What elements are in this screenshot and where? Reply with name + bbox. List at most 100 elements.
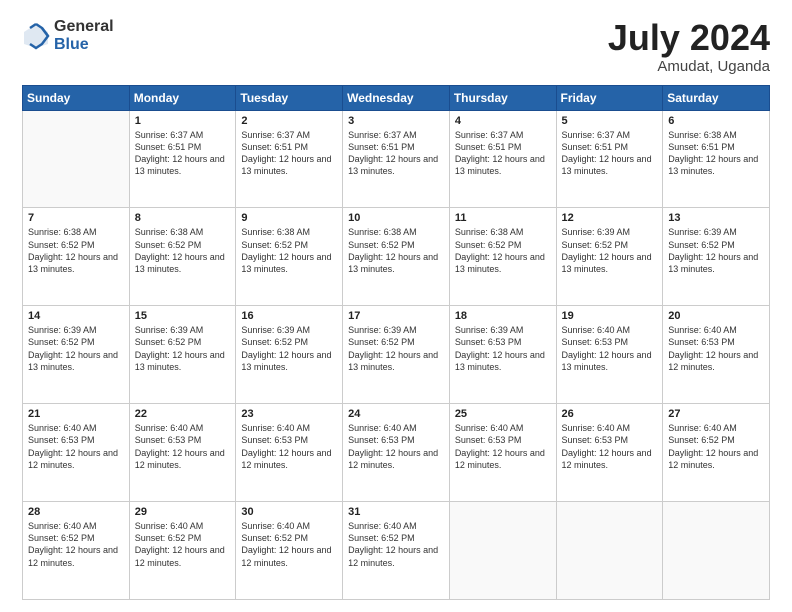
day-info: Sunrise: 6:37 AM Sunset: 6:51 PM Dayligh…	[348, 129, 444, 178]
day-number: 19	[562, 310, 658, 322]
day-info: Sunrise: 6:40 AM Sunset: 6:53 PM Dayligh…	[668, 324, 764, 373]
calendar-week-row: 21Sunrise: 6:40 AM Sunset: 6:53 PM Dayli…	[23, 404, 770, 502]
day-number: 20	[668, 310, 764, 322]
day-number: 22	[135, 408, 231, 420]
logo-blue-text: Blue	[54, 36, 114, 54]
day-number: 27	[668, 408, 764, 420]
day-info: Sunrise: 6:40 AM Sunset: 6:52 PM Dayligh…	[28, 520, 124, 569]
table-row: 17 Sunrise: 6:39 AM Sunset: 6:52 PM Dayli…	[343, 306, 450, 404]
col-monday: Monday	[129, 85, 236, 110]
day-number: 14	[28, 310, 124, 322]
title-area: July 2024 Amudat, Uganda	[608, 18, 770, 75]
day-info: Sunrise: 6:39 AM Sunset: 6:53 PM Dayligh…	[455, 324, 551, 373]
logo-general-text: General	[54, 18, 114, 36]
day-info: Sunrise: 6:38 AM Sunset: 6:52 PM Dayligh…	[348, 226, 444, 275]
day-info: Sunrise: 6:39 AM Sunset: 6:52 PM Dayligh…	[348, 324, 444, 373]
col-sunday: Sunday	[23, 85, 130, 110]
day-number: 9	[241, 212, 337, 224]
day-info: Sunrise: 6:40 AM Sunset: 6:53 PM Dayligh…	[135, 422, 231, 471]
table-row: 1 Sunrise: 6:37 AM Sunset: 6:51 PM Daylig…	[129, 110, 236, 208]
day-number: 16	[241, 310, 337, 322]
day-number: 25	[455, 408, 551, 420]
page: General Blue July 2024 Amudat, Uganda Su…	[0, 0, 792, 612]
table-row	[449, 502, 556, 600]
location-subtitle: Amudat, Uganda	[608, 58, 770, 75]
day-info: Sunrise: 6:39 AM Sunset: 6:52 PM Dayligh…	[28, 324, 124, 373]
day-number: 3	[348, 115, 444, 127]
table-row: 30Sunrise: 6:40 AM Sunset: 6:52 PM Dayli…	[236, 502, 343, 600]
table-row: 22 Sunrise: 6:40 AM Sunset: 6:53 PM Dayli…	[129, 404, 236, 502]
col-thursday: Thursday	[449, 85, 556, 110]
table-row: 9 Sunrise: 6:38 AM Sunset: 6:52 PM Daylig…	[236, 208, 343, 306]
day-number: 15	[135, 310, 231, 322]
calendar-week-row: 28Sunrise: 6:40 AM Sunset: 6:52 PM Dayli…	[23, 502, 770, 600]
table-row: 3 Sunrise: 6:37 AM Sunset: 6:51 PM Daylig…	[343, 110, 450, 208]
table-row	[23, 110, 130, 208]
table-row: 16 Sunrise: 6:39 AM Sunset: 6:52 PM Dayli…	[236, 306, 343, 404]
day-info: Sunrise: 6:40 AM Sunset: 6:53 PM Dayligh…	[455, 422, 551, 471]
table-row: 19 Sunrise: 6:40 AM Sunset: 6:53 PM Dayli…	[556, 306, 663, 404]
day-info: Sunrise: 6:39 AM Sunset: 6:52 PM Dayligh…	[241, 324, 337, 373]
col-tuesday: Tuesday	[236, 85, 343, 110]
table-row	[663, 502, 770, 600]
col-saturday: Saturday	[663, 85, 770, 110]
day-number: 4	[455, 115, 551, 127]
table-row: 26Sunrise: 6:40 AM Sunset: 6:53 PM Dayli…	[556, 404, 663, 502]
table-row: 18Sunrise: 6:39 AM Sunset: 6:53 PM Dayli…	[449, 306, 556, 404]
day-info: Sunrise: 6:38 AM Sunset: 6:52 PM Dayligh…	[241, 226, 337, 275]
day-number: 1	[135, 115, 231, 127]
col-friday: Friday	[556, 85, 663, 110]
day-number: 29	[135, 506, 231, 518]
day-number: 31	[348, 506, 444, 518]
day-number: 30	[241, 506, 337, 518]
day-info: Sunrise: 6:40 AM Sunset: 6:53 PM Dayligh…	[28, 422, 124, 471]
header: General Blue July 2024 Amudat, Uganda	[22, 18, 770, 75]
day-info: Sunrise: 6:39 AM Sunset: 6:52 PM Dayligh…	[135, 324, 231, 373]
table-row: 13 Sunrise: 6:39 AM Sunset: 6:52 PM Dayli…	[663, 208, 770, 306]
day-info: Sunrise: 6:39 AM Sunset: 6:52 PM Dayligh…	[562, 226, 658, 275]
table-row: 2Sunrise: 6:37 AM Sunset: 6:51 PM Daylig…	[236, 110, 343, 208]
day-info: Sunrise: 6:40 AM Sunset: 6:53 PM Dayligh…	[562, 324, 658, 373]
table-row	[556, 502, 663, 600]
table-row: 25 Sunrise: 6:40 AM Sunset: 6:53 PM Dayli…	[449, 404, 556, 502]
day-number: 7	[28, 212, 124, 224]
day-info: Sunrise: 6:38 AM Sunset: 6:51 PM Dayligh…	[668, 129, 764, 178]
day-info: Sunrise: 6:39 AM Sunset: 6:52 PM Dayligh…	[668, 226, 764, 275]
table-row: 12 Sunrise: 6:39 AM Sunset: 6:52 PM Dayli…	[556, 208, 663, 306]
day-info: Sunrise: 6:38 AM Sunset: 6:52 PM Dayligh…	[135, 226, 231, 275]
table-row: 23Sunrise: 6:40 AM Sunset: 6:53 PM Dayli…	[236, 404, 343, 502]
day-info: Sunrise: 6:40 AM Sunset: 6:53 PM Dayligh…	[562, 422, 658, 471]
day-number: 10	[348, 212, 444, 224]
day-info: Sunrise: 6:37 AM Sunset: 6:51 PM Dayligh…	[455, 129, 551, 178]
table-row: 28Sunrise: 6:40 AM Sunset: 6:52 PM Dayli…	[23, 502, 130, 600]
day-info: Sunrise: 6:37 AM Sunset: 6:51 PM Dayligh…	[135, 129, 231, 178]
table-row: 21Sunrise: 6:40 AM Sunset: 6:53 PM Dayli…	[23, 404, 130, 502]
month-title: July 2024	[608, 18, 770, 58]
table-row: 29Sunrise: 6:40 AM Sunset: 6:52 PM Dayli…	[129, 502, 236, 600]
table-row: 14 Sunrise: 6:39 AM Sunset: 6:52 PM Dayli…	[23, 306, 130, 404]
logo-icon	[22, 22, 50, 50]
day-info: Sunrise: 6:37 AM Sunset: 6:51 PM Dayligh…	[241, 129, 337, 178]
day-number: 12	[562, 212, 658, 224]
day-number: 17	[348, 310, 444, 322]
calendar-week-row: 1 Sunrise: 6:37 AM Sunset: 6:51 PM Daylig…	[23, 110, 770, 208]
day-number: 13	[668, 212, 764, 224]
table-row: 27 Sunrise: 6:40 AM Sunset: 6:52 PM Dayli…	[663, 404, 770, 502]
day-info: Sunrise: 6:38 AM Sunset: 6:52 PM Dayligh…	[455, 226, 551, 275]
day-number: 8	[135, 212, 231, 224]
calendar-week-row: 7 Sunrise: 6:38 AM Sunset: 6:52 PM Daylig…	[23, 208, 770, 306]
day-info: Sunrise: 6:40 AM Sunset: 6:52 PM Dayligh…	[668, 422, 764, 471]
calendar-table: Sunday Monday Tuesday Wednesday Thursday…	[22, 85, 770, 600]
table-row: 6 Sunrise: 6:38 AM Sunset: 6:51 PM Daylig…	[663, 110, 770, 208]
table-row: 5Sunrise: 6:37 AM Sunset: 6:51 PM Daylig…	[556, 110, 663, 208]
day-info: Sunrise: 6:38 AM Sunset: 6:52 PM Dayligh…	[28, 226, 124, 275]
day-number: 5	[562, 115, 658, 127]
logo: General Blue	[22, 18, 114, 53]
table-row: 24Sunrise: 6:40 AM Sunset: 6:53 PM Dayli…	[343, 404, 450, 502]
day-info: Sunrise: 6:40 AM Sunset: 6:53 PM Dayligh…	[348, 422, 444, 471]
table-row: 15 Sunrise: 6:39 AM Sunset: 6:52 PM Dayli…	[129, 306, 236, 404]
table-row: 7 Sunrise: 6:38 AM Sunset: 6:52 PM Daylig…	[23, 208, 130, 306]
table-row: 4 Sunrise: 6:37 AM Sunset: 6:51 PM Daylig…	[449, 110, 556, 208]
day-number: 6	[668, 115, 764, 127]
day-info: Sunrise: 6:40 AM Sunset: 6:52 PM Dayligh…	[348, 520, 444, 569]
